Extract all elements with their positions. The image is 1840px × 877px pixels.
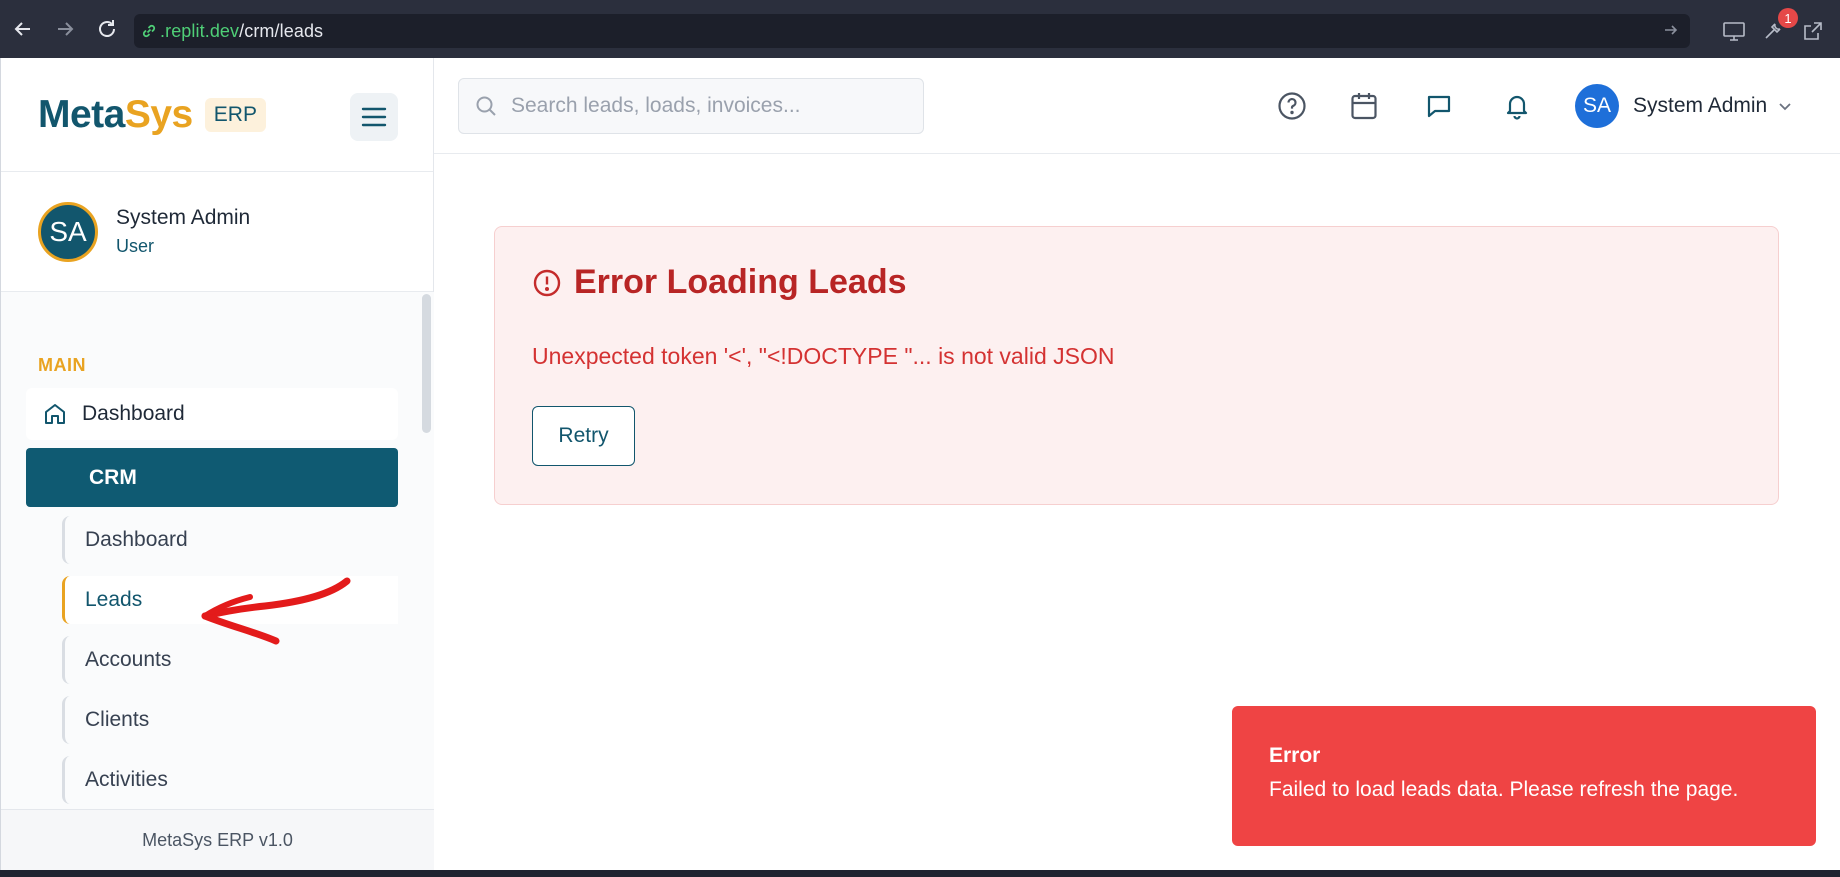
forward-button[interactable]	[46, 10, 84, 48]
user-menu[interactable]: SA System Admin	[1575, 84, 1793, 128]
calendar-icon	[1351, 93, 1377, 120]
sidebar-subitem-label: Activities	[85, 768, 168, 791]
sidebar-item-label: CRM	[89, 465, 137, 489]
menu-toggle-button[interactable]	[350, 93, 398, 141]
messages-button[interactable]	[1421, 88, 1457, 124]
sidebar-item-label: Dashboard	[82, 402, 185, 425]
sidebar-item-crm[interactable]: CRM	[26, 448, 398, 507]
error-toast[interactable]: Error Failed to load leads data. Please …	[1232, 706, 1816, 846]
url-path: /crm/leads	[239, 20, 324, 41]
extension-button[interactable]: 1	[1762, 8, 1798, 48]
chevron-down-icon	[1777, 98, 1793, 114]
search-icon	[476, 96, 496, 116]
home-icon	[45, 404, 65, 424]
back-button[interactable]	[4, 10, 42, 48]
version-text: MetaSys ERP v1.0	[142, 829, 293, 850]
notification-badge: 1	[1778, 8, 1798, 28]
logo[interactable]: MetaSys	[38, 93, 193, 137]
link-icon	[140, 22, 158, 40]
help-button[interactable]	[1274, 88, 1310, 124]
sidebar-footer: MetaSys ERP v1.0	[1, 809, 434, 870]
notifications-button[interactable]	[1499, 88, 1535, 124]
sidebar-subitem-label: Leads	[85, 588, 143, 611]
error-alert: Error Loading Leads Unexpected token '<'…	[494, 226, 1779, 505]
url-text: .replit.dev/crm/leads	[160, 21, 323, 42]
search-box[interactable]	[458, 78, 924, 134]
url-host: .replit.dev	[160, 20, 240, 41]
app-window: MetaSys ERP SA System Admin User MAIN Da…	[0, 58, 1840, 870]
window-bottom-edge	[0, 870, 1840, 877]
arrow-left-icon	[14, 22, 30, 36]
logo-part-1: Meta	[38, 92, 125, 136]
sidebar: MetaSys ERP SA System Admin User MAIN Da…	[1, 58, 434, 870]
sidebar-subitem-label: Accounts	[85, 648, 172, 671]
sidebar-subitem-leads[interactable]: Leads	[62, 576, 398, 624]
alert-circle-icon	[533, 269, 561, 296]
go-arrow-icon[interactable]	[1662, 21, 1680, 44]
calendar-button[interactable]	[1346, 88, 1382, 124]
erp-badge: ERP	[204, 97, 266, 132]
search-input[interactable]	[511, 94, 911, 118]
address-bar[interactable]: .replit.dev/crm/leads	[134, 14, 1690, 48]
user-menu-name: System Admin	[1633, 94, 1768, 117]
arrow-right-icon	[58, 22, 74, 36]
avatar: SA	[1575, 84, 1619, 128]
hamburger-icon	[361, 107, 387, 127]
sidebar-subitem-label: Clients	[85, 708, 150, 731]
sidebar-item-dashboard[interactable]: Dashboard	[26, 388, 398, 440]
screen-icon[interactable]	[1722, 14, 1746, 48]
open-external-icon[interactable]	[1802, 14, 1824, 48]
browser-toolbar: .replit.dev/crm/leads 1	[0, 0, 1840, 58]
sidebar-subitem-accounts[interactable]: Accounts	[62, 636, 398, 684]
error-message: Unexpected token '<', "<!DOCTYPE "... is…	[532, 343, 1115, 369]
chat-icon	[1427, 95, 1451, 118]
logo-part-2: Sys	[124, 92, 193, 136]
sidebar-user-card: SA System Admin User	[1, 172, 433, 292]
help-circle-icon	[1278, 92, 1306, 120]
scrollbar[interactable]	[422, 294, 431, 433]
retry-button[interactable]: Retry	[532, 406, 635, 466]
avatar: SA	[38, 201, 98, 262]
sidebar-subitem-label: Dashboard	[85, 528, 188, 551]
sidebar-subitem-dashboard[interactable]: Dashboard	[62, 516, 398, 564]
error-title: Error Loading Leads	[574, 263, 907, 301]
toast-title: Error	[1269, 744, 1321, 767]
top-header: SA System Admin	[434, 58, 1840, 154]
user-name: System Admin	[116, 206, 251, 229]
bell-icon	[1506, 95, 1528, 120]
error-header: Error Loading Leads	[532, 263, 907, 302]
reload-icon	[99, 20, 115, 37]
sidebar-subitem-clients[interactable]: Clients	[62, 696, 398, 744]
toast-message: Failed to load leads data. Please refres…	[1269, 778, 1739, 801]
sidebar-nav: MAIN Dashboard CRM Dashboard Leads Accou…	[1, 292, 434, 809]
section-label: MAIN	[38, 355, 86, 375]
reload-button[interactable]	[88, 10, 126, 48]
sidebar-subitem-activities[interactable]: Activities	[62, 756, 398, 804]
user-role: User	[116, 236, 155, 256]
brand-header: MetaSys ERP	[1, 58, 433, 172]
